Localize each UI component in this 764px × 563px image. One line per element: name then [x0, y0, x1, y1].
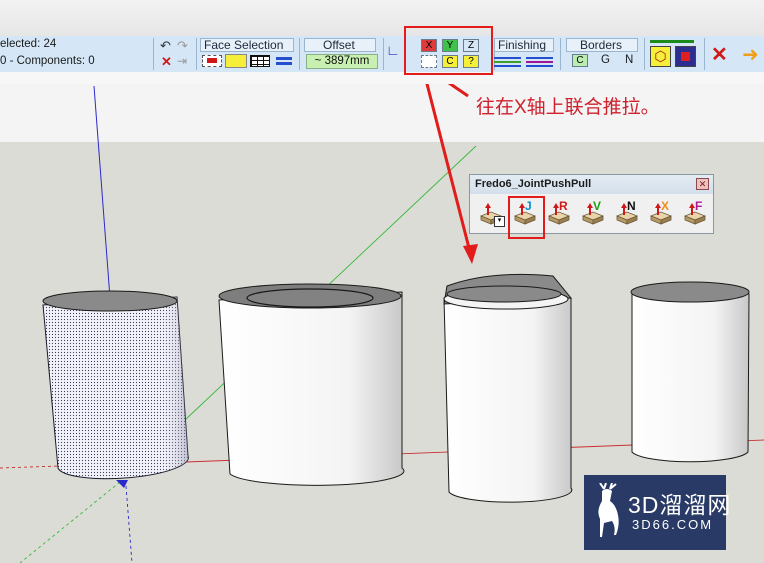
push-pull-menu-icon[interactable]: ▾: [478, 200, 505, 227]
skip-icon[interactable]: ⇥: [177, 54, 187, 68]
finishing-label: Finishing: [498, 38, 547, 52]
offset-value-field[interactable]: ~ 3897mm: [306, 54, 378, 69]
dropdown-arrow-icon[interactable]: ▾: [494, 216, 505, 227]
highlight-joint-button: [508, 196, 545, 239]
finishing-cross-icon[interactable]: [526, 56, 553, 67]
exit-tool-icon[interactable]: ✕: [711, 42, 728, 67]
redo-icon[interactable]: ↷: [177, 38, 188, 54]
tool-letter: X: [661, 199, 670, 213]
axis-y-button[interactable]: Y: [442, 39, 458, 52]
border-n-button[interactable]: N: [625, 54, 633, 66]
back-arrow-icon[interactable]: ➜: [742, 42, 759, 67]
cylinder-selected: [42, 290, 189, 488]
toolbar-divider: [299, 38, 300, 70]
components-count: 0 - Components: 0: [0, 55, 95, 67]
toolbar-divider: [560, 38, 561, 70]
direction-axis-icon[interactable]: ∟: [386, 42, 400, 58]
tool-letter: R: [559, 199, 568, 213]
dialog-close-icon[interactable]: ✕: [696, 178, 709, 190]
cancel-icon[interactable]: ✕: [161, 54, 172, 70]
toolbar-top-strip: [0, 0, 764, 36]
axis-c-button[interactable]: C: [442, 55, 458, 68]
normal-push-pull-icon[interactable]: N: [614, 199, 640, 226]
axis-x-button[interactable]: X: [421, 39, 437, 52]
follow-push-pull-icon[interactable]: F: [682, 199, 708, 226]
wireframe-box-icon[interactable]: ⬡: [650, 46, 671, 67]
tool-letter: V: [593, 199, 602, 213]
watermark-logo: 3D溜溜网 3D66.COM: [584, 475, 730, 550]
watermark-brand: 3D溜溜网: [628, 492, 732, 518]
border-c-button[interactable]: C: [572, 54, 588, 67]
vector-push-pull-icon[interactable]: V: [580, 199, 606, 226]
joint-push-pull-dialog[interactable]: Fredo6_JointPushPull ✕ ▾ J R V N X F: [469, 174, 714, 234]
toolbar-divider: [196, 38, 197, 70]
cylinder-offset-ring: [218, 283, 405, 486]
selected-count: elected: 24: [0, 38, 57, 50]
axis-help-button[interactable]: ?: [463, 55, 479, 68]
round-push-pull-icon[interactable]: R: [546, 199, 572, 226]
axis-custom-icon[interactable]: [421, 55, 437, 68]
border-g-button[interactable]: G: [601, 54, 610, 66]
face-mode-equal-icon[interactable]: [276, 55, 292, 67]
solid-box-icon[interactable]: [675, 46, 696, 67]
green-axis-line-lower: [19, 481, 121, 563]
tool-letter: F: [695, 199, 703, 213]
face-mode-single-icon[interactable]: [202, 55, 222, 67]
face-mode-connected-icon[interactable]: [225, 54, 247, 68]
borders-label: Borders: [580, 38, 623, 52]
finishing-lines-icon[interactable]: [494, 56, 521, 67]
axis-z-button[interactable]: Z: [463, 39, 479, 52]
dialog-title: Fredo6_JointPushPull: [475, 178, 592, 190]
arrow-to-cylinder: [423, 75, 472, 253]
green-bar-icon: [650, 40, 694, 43]
toolbar-divider: [383, 38, 384, 70]
watermark-domain: 3D66.COM: [632, 517, 714, 532]
cylinder-plain: [630, 281, 750, 463]
offset-label: Offset: [323, 38, 355, 52]
blue-axis-line-dashed: [125, 485, 133, 563]
undo-icon[interactable]: ↶: [160, 38, 171, 54]
toolbar-bottom-strip: [0, 72, 764, 84]
face-mode-grid-icon[interactable]: [250, 55, 270, 67]
annotation-text: 往在X轴上联合推拉。: [476, 97, 660, 118]
red-axis-line-dashed: [0, 465, 61, 469]
blue-axis-line: [93, 85, 111, 299]
tool-letter: N: [627, 199, 636, 213]
toolbar-divider: [644, 38, 645, 70]
toolbar-divider: [704, 38, 705, 70]
toolbar-divider: [153, 38, 154, 70]
cylinder-joint-pushed: [443, 273, 573, 503]
extrude-push-pull-icon[interactable]: X: [648, 199, 674, 226]
face-selection-label: Face Selection: [204, 38, 284, 52]
arrow-head-cylinder: [463, 244, 478, 264]
deer-logo-icon: [598, 483, 619, 537]
